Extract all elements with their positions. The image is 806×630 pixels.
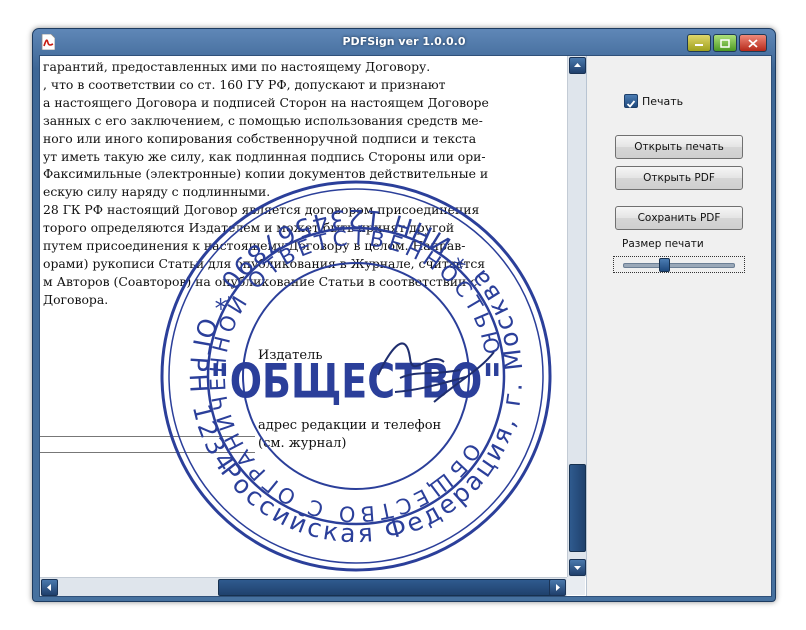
- scroll-up-button[interactable]: [569, 57, 586, 74]
- print-checkbox-row[interactable]: Печать: [624, 94, 683, 108]
- app-window: PDFSign ver 1.0.0.0 гарантий, предоставл…: [32, 28, 776, 602]
- horizontal-scrollbar[interactable]: [40, 577, 567, 596]
- close-icon: [748, 38, 758, 48]
- stamp-overlay[interactable]: Российская Федерация, г. Москва * ИНН 12…: [160, 180, 552, 572]
- chevron-right-icon: [556, 584, 560, 591]
- minimize-button[interactable]: [687, 34, 711, 52]
- window-title: PDFSign ver 1.0.0.0: [342, 35, 466, 48]
- chevron-up-icon: [574, 63, 581, 67]
- stamp-size-label: Размер печати: [622, 238, 704, 250]
- open-stamp-button[interactable]: Открыть печать: [615, 135, 743, 159]
- open-pdf-button[interactable]: Открыть PDF: [615, 166, 743, 190]
- pdf-page[interactable]: гарантий, предоставленных ими по настоящ…: [40, 56, 567, 577]
- close-button[interactable]: [739, 34, 767, 52]
- doc-line: , что в соответствии со ст. 160 ГУ РФ, д…: [43, 76, 446, 92]
- checkmark-icon: [626, 100, 636, 108]
- slider-track[interactable]: [623, 263, 735, 268]
- scroll-left-button[interactable]: [41, 579, 58, 596]
- print-checkbox[interactable]: [624, 94, 638, 108]
- title-bar[interactable]: PDFSign ver 1.0.0.0: [33, 29, 775, 55]
- doc-line: а настоящего Договора и подписей Сторон …: [43, 94, 489, 110]
- doc-line: ут иметь такую же силу, как подлинная по…: [43, 148, 486, 164]
- slider-thumb[interactable]: [659, 258, 671, 272]
- client-area: гарантий, предоставленных ими по настоящ…: [39, 55, 772, 597]
- control-panel: Печать Открыть печать Открыть PDF Сохран…: [588, 56, 771, 596]
- doc-line: занных с его заключением, с помощью испо…: [43, 112, 483, 128]
- chevron-down-icon: [574, 566, 581, 570]
- minimize-icon: [695, 44, 703, 46]
- save-pdf-button[interactable]: Сохранить PDF: [615, 206, 743, 230]
- pdf-viewer[interactable]: гарантий, предоставленных ими по настоящ…: [40, 56, 587, 596]
- doc-line: ного или иного копирования собственноруч…: [43, 130, 477, 146]
- horizontal-scroll-thumb[interactable]: [218, 579, 553, 596]
- scroll-right-button[interactable]: [549, 579, 566, 596]
- scroll-corner: [567, 577, 585, 595]
- vertical-scroll-thumb[interactable]: [569, 464, 586, 552]
- maximize-icon: [720, 38, 730, 48]
- scroll-down-button[interactable]: [569, 559, 586, 576]
- maximize-button[interactable]: [713, 34, 737, 52]
- doc-line: гарантий, предоставленных ими по настоящ…: [43, 59, 431, 74]
- vertical-scrollbar[interactable]: [567, 56, 586, 577]
- print-checkbox-label: Печать: [642, 94, 684, 108]
- stamp-size-slider[interactable]: [613, 256, 745, 273]
- chevron-left-icon: [47, 584, 51, 591]
